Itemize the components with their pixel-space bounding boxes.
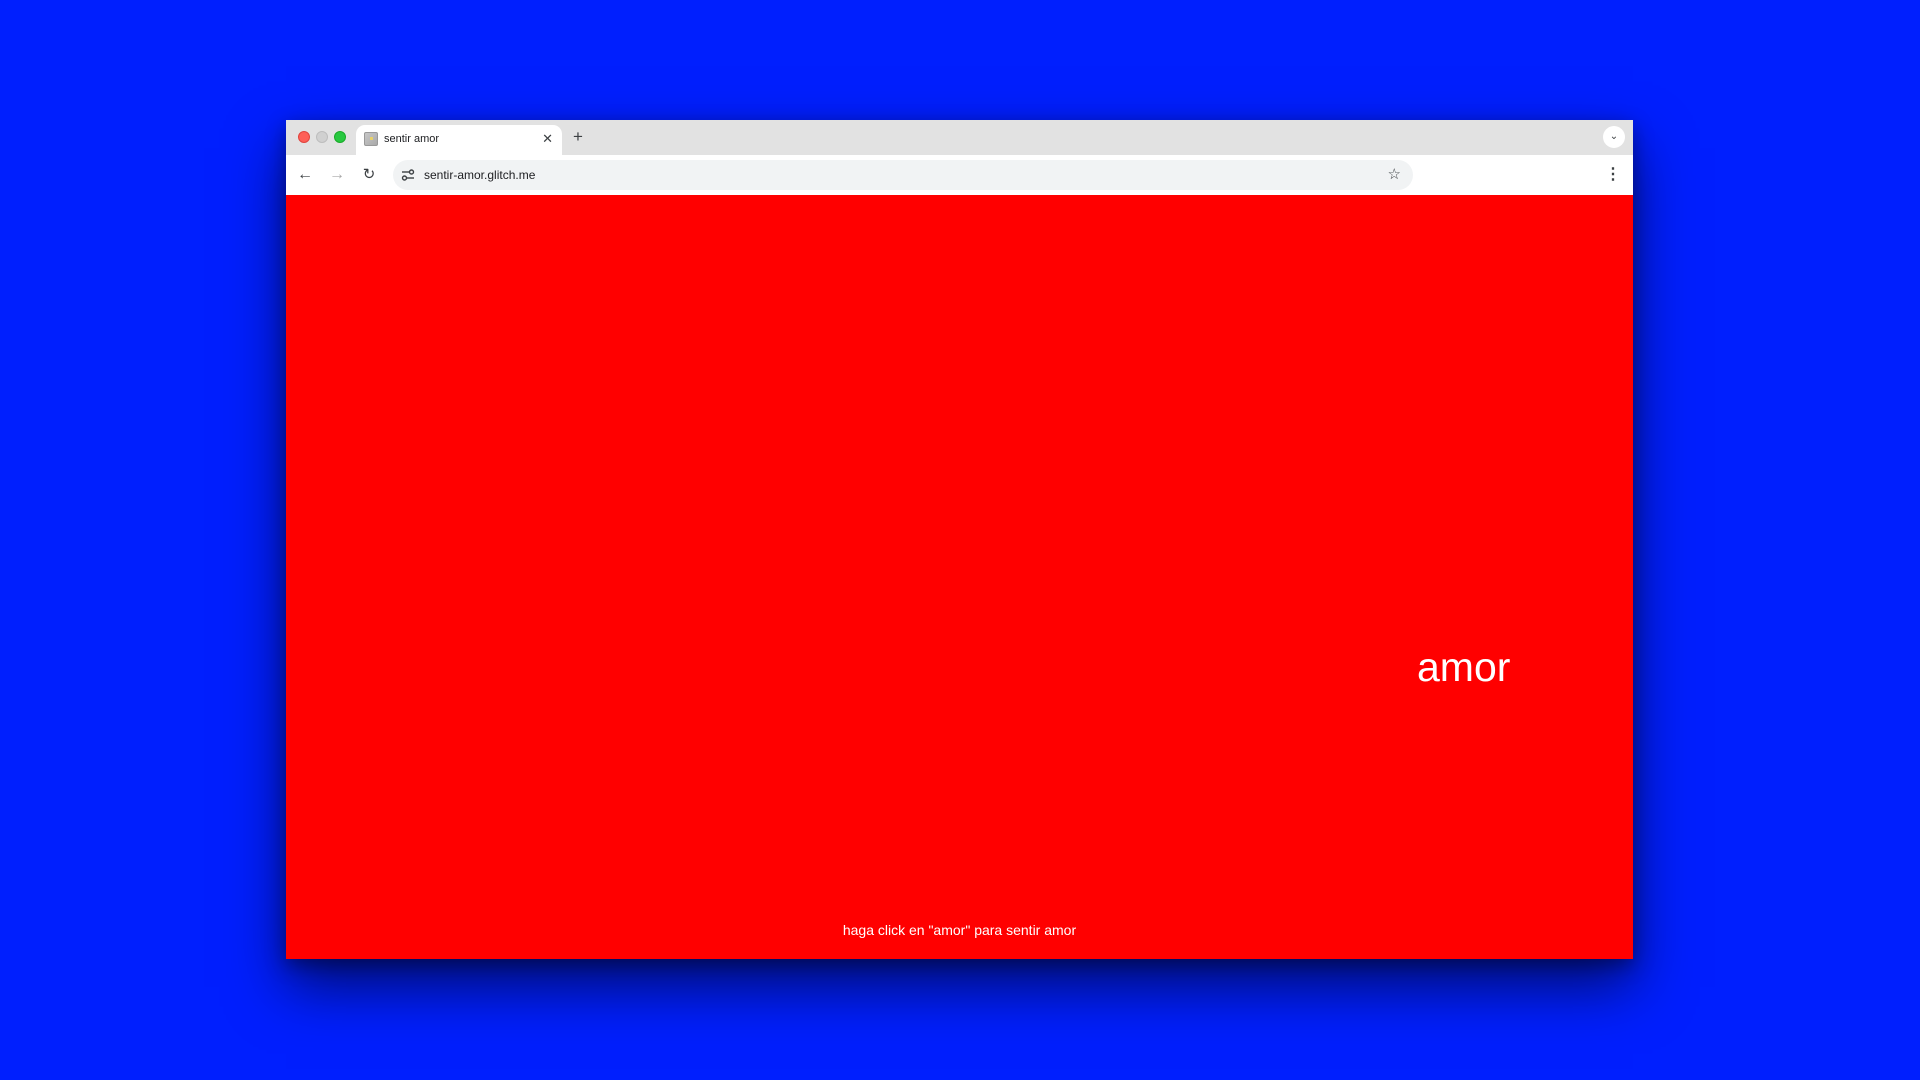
browser-window: sentir amor ✕ + ⌄ ← → ↻ sentir-amor.glit… [286, 120, 1633, 959]
tab-close-icon[interactable]: ✕ [542, 130, 553, 148]
url-text[interactable]: sentir-amor.glitch.me [424, 168, 535, 182]
reload-icon[interactable]: ↻ [357, 163, 381, 187]
tab-search-icon[interactable]: ⌄ [1603, 126, 1625, 148]
new-tab-icon[interactable]: + [573, 125, 583, 149]
tab-title: sentir amor [384, 133, 440, 145]
browser-toolbar: ← → ↻ sentir-amor.glitch.me ☆ ⋮ [286, 155, 1633, 195]
amor-link[interactable]: amor [1417, 643, 1510, 691]
favicon-icon [364, 132, 378, 146]
window-close-icon[interactable] [298, 131, 310, 143]
page-content: amor haga click en "amor" para sentir am… [286, 195, 1633, 959]
tab-sentir-amor[interactable]: sentir amor ✕ [356, 125, 562, 155]
kebab-menu-icon[interactable]: ⋮ [1601, 163, 1625, 187]
address-bar[interactable]: sentir-amor.glitch.me ☆ [393, 160, 1413, 190]
instructions-text: haga click en "amor" para sentir amor [842, 922, 1077, 938]
tab-strip: sentir amor ✕ + ⌄ [286, 120, 1633, 155]
bookmark-star-icon[interactable]: ☆ [1388, 165, 1401, 185]
forward-arrow-icon[interactable]: → [325, 163, 349, 187]
window-minimize-icon[interactable] [316, 131, 328, 143]
window-zoom-icon[interactable] [334, 131, 346, 143]
site-info-icon[interactable] [400, 167, 416, 183]
back-arrow-icon[interactable]: ← [293, 163, 317, 187]
